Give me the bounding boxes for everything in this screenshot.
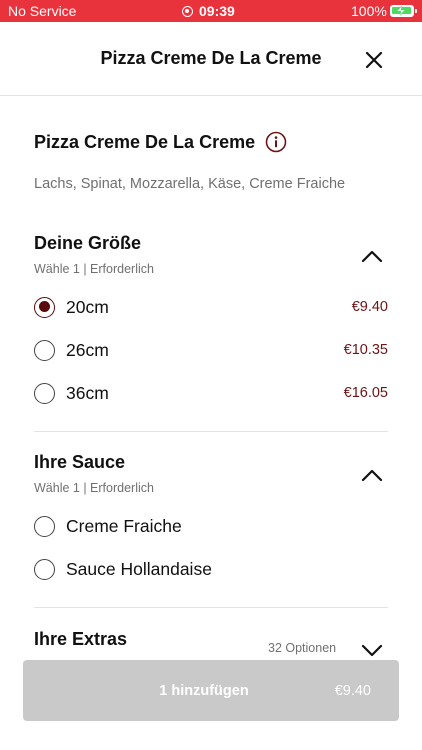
section-subtitle-size: Wähle 1 | Erforderlich [34, 262, 154, 276]
radio-button[interactable] [34, 339, 55, 361]
option-sauce-creme-fraiche[interactable]: Creme Fraiche [34, 511, 388, 541]
section-title-size: Deine Größe [34, 233, 142, 253]
chevron-up-icon[interactable] [361, 249, 383, 263]
option-price: €10.35 [343, 342, 388, 358]
add-to-cart-button[interactable]: 1 hinzufügen €9.40 [23, 660, 399, 721]
info-icon[interactable] [265, 131, 287, 153]
radio-button[interactable] [34, 382, 55, 404]
section-title-sauce: Ihre Sauce [34, 452, 126, 472]
product-name-text: Pizza Creme De La Creme [34, 131, 256, 152]
section-divider [34, 607, 388, 608]
option-sauce-hollandaise[interactable]: Sauce Hollandaise [34, 554, 388, 584]
clock: 09:39 [182, 3, 235, 19]
status-bar: No Service 09:39 100% [0, 0, 422, 22]
radio-button[interactable] [34, 558, 55, 580]
option-price: €16.05 [343, 385, 388, 401]
close-icon[interactable] [362, 48, 386, 72]
modal-header: Pizza Creme De La Creme [0, 22, 422, 96]
add-button-price: €9.40 [334, 683, 371, 699]
add-button-label: 1 hinzufügen [159, 683, 249, 699]
option-label: Sauce Hollandaise [66, 558, 212, 579]
page-title: Pizza Creme De La Creme [100, 48, 322, 68]
options-count: 32 Optionen [268, 641, 337, 655]
option-size-20cm[interactable]: 20cm €9.40 [34, 292, 388, 322]
screen-recording-icon [182, 5, 193, 17]
option-size-26cm[interactable]: 26cm €10.35 [34, 335, 388, 365]
section-title-extras: Ihre Extras [34, 629, 128, 649]
option-label: 20cm [66, 296, 109, 317]
option-label: Creme Fraiche [66, 515, 182, 536]
option-label: 36cm [66, 382, 109, 403]
battery-charging-icon [390, 5, 417, 17]
radio-button[interactable] [34, 515, 55, 537]
chevron-up-icon[interactable] [361, 468, 383, 482]
option-price: €9.40 [351, 299, 388, 315]
battery-percent: 100% [351, 3, 387, 19]
section-subtitle-sauce: Wähle 1 | Erforderlich [34, 481, 154, 495]
carrier-label: No Service [8, 3, 77, 19]
option-label: 26cm [66, 339, 109, 360]
radio-button-selected[interactable] [34, 296, 55, 318]
product-name: Pizza Creme De La Creme [34, 131, 287, 153]
product-description: Lachs, Spinat, Mozzarella, Käse, Creme F… [34, 176, 346, 192]
section-divider [34, 431, 388, 432]
chevron-down-icon[interactable] [361, 644, 383, 658]
option-size-36cm[interactable]: 36cm €16.05 [34, 378, 388, 408]
time-label: 09:39 [199, 3, 235, 19]
